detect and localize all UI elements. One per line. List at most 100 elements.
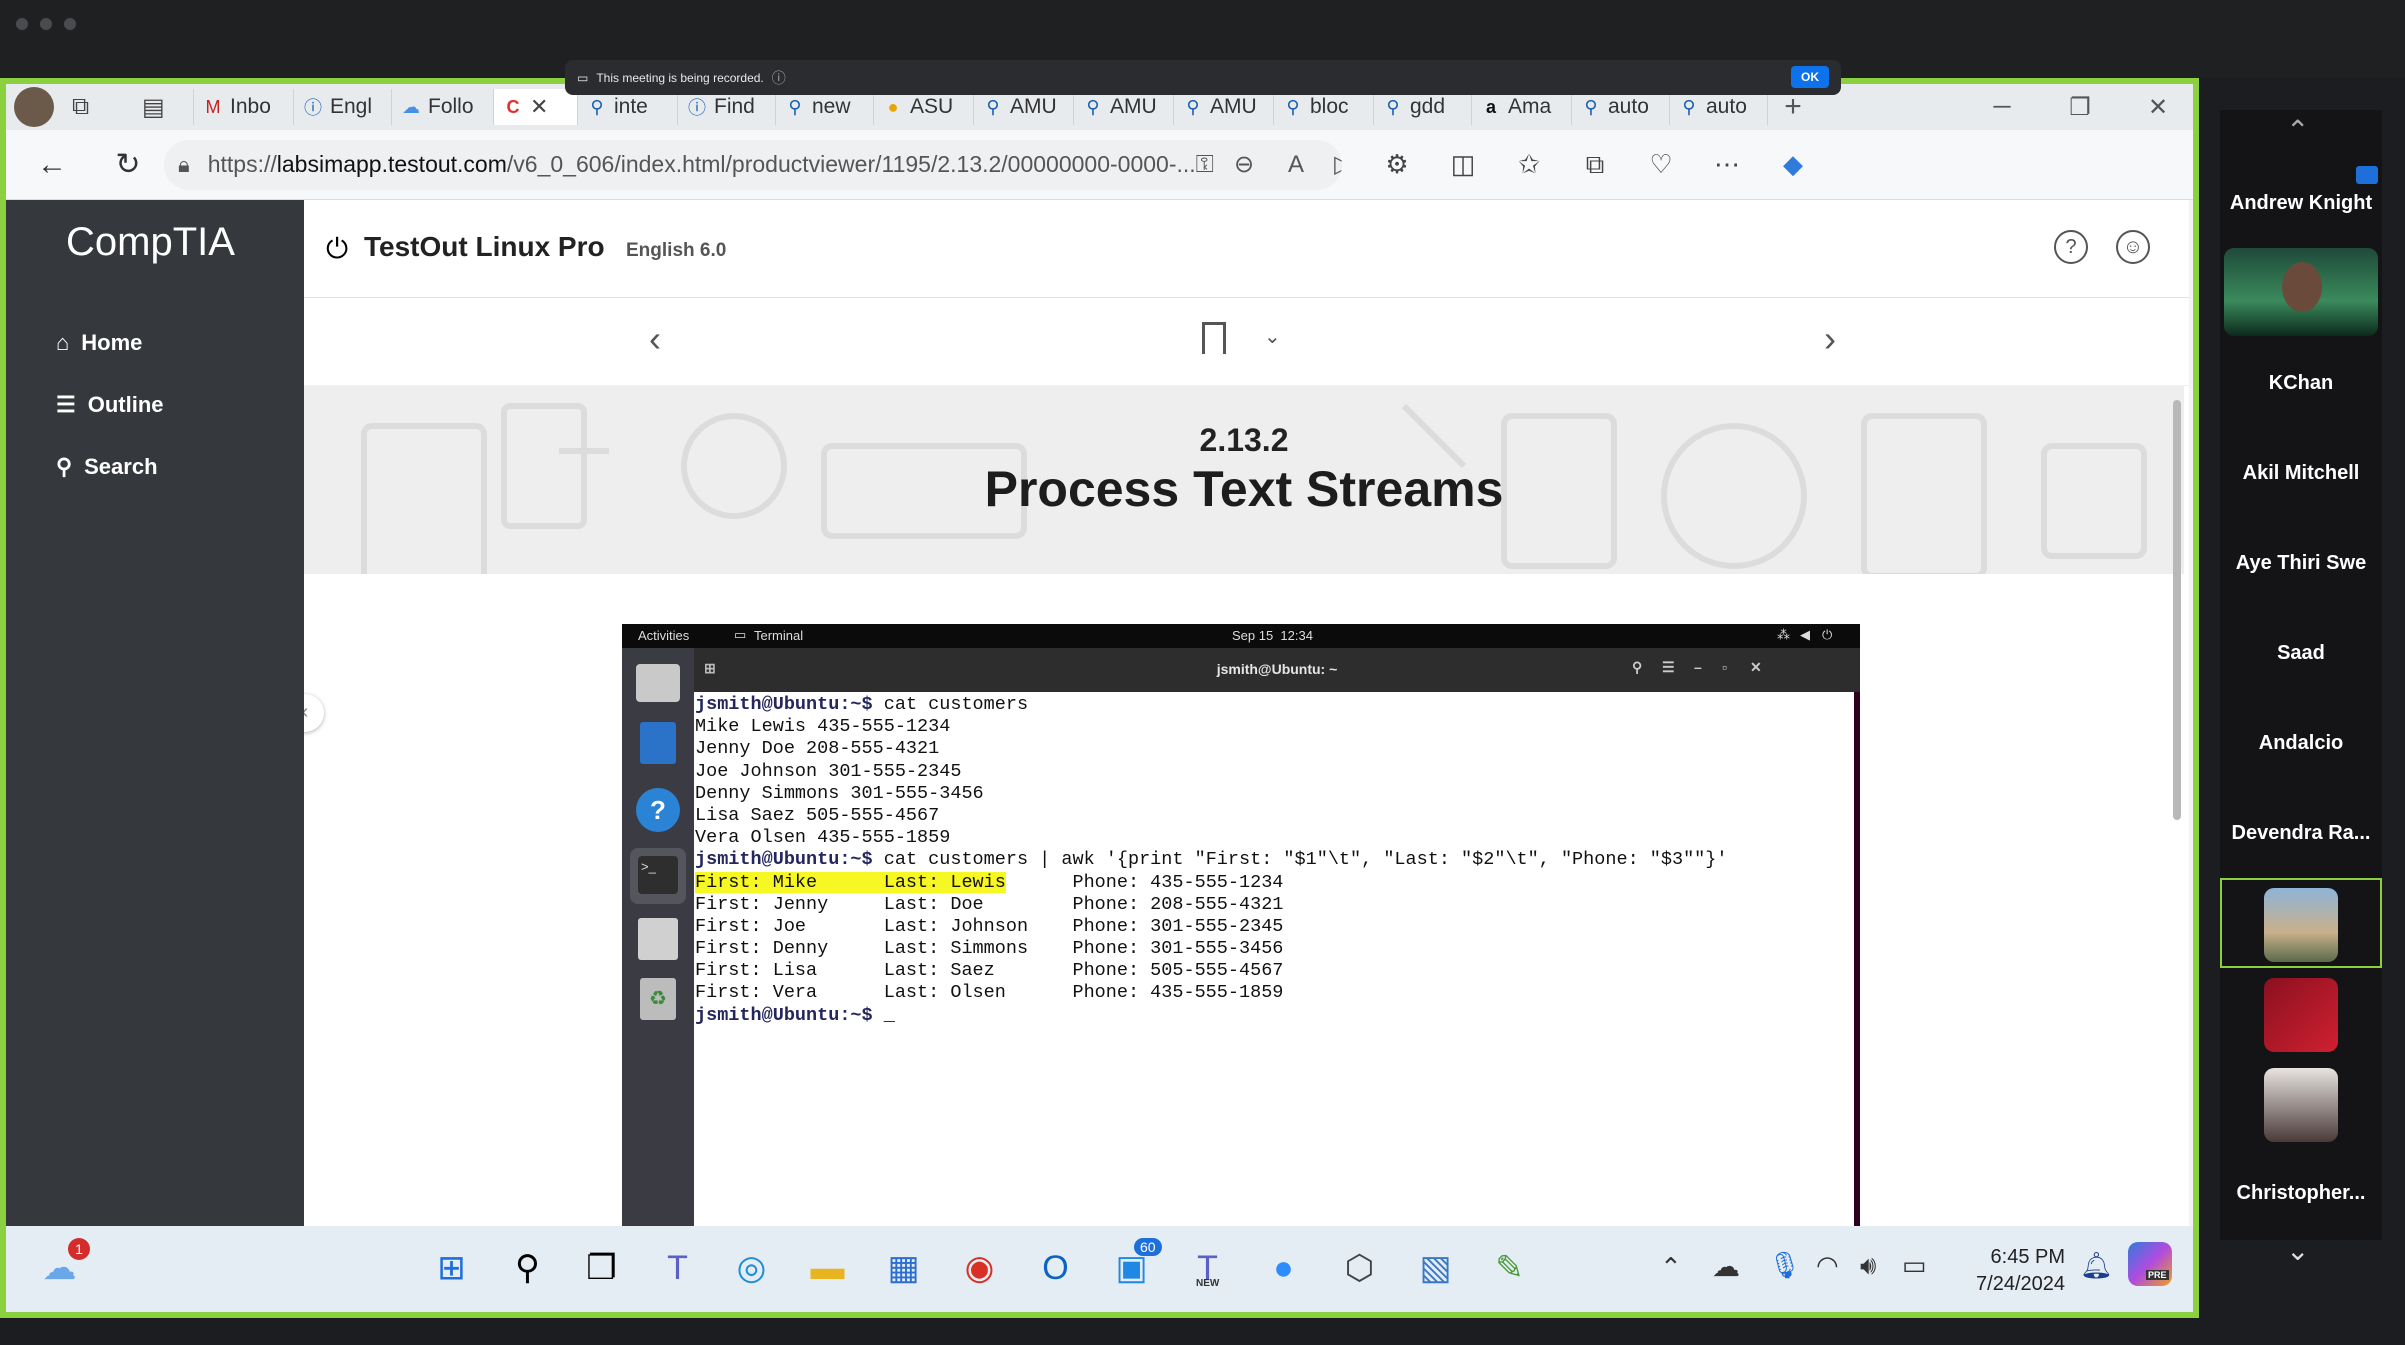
terminal-line: First: Joe Last: Johnson Phone: 301-555-… <box>695 915 1284 937</box>
monitor-icon[interactable]: ▧ <box>1398 1238 1473 1298</box>
back-icon[interactable]: ← <box>24 148 80 182</box>
start-icon[interactable]: ⊞ <box>414 1238 489 1298</box>
terminal-output[interactable]: jsmith@Ubuntu:~$ cat customers Mike Lewis… <box>694 692 1854 1226</box>
tab-label: Find <box>714 95 755 118</box>
tab-follo[interactable]: ☁ Follo <box>392 89 494 125</box>
maximize-icon[interactable]: ▫ <box>1722 659 1727 675</box>
chevron-down-icon[interactable]: ⌄ <box>2286 1234 2309 1267</box>
chevron-up-icon[interactable]: ⌃ <box>1660 1252 1682 1283</box>
microphone-icon[interactable]: 🎙︎ <box>1768 1250 1801 1281</box>
weather-icon[interactable]: ☁ 1 <box>22 1238 97 1298</box>
chrome-icon[interactable]: ◉ <box>942 1238 1017 1298</box>
more-menu-icon[interactable]: ⋯ <box>1694 149 1760 180</box>
content-scrollbar[interactable] <box>2173 400 2181 820</box>
outlook-icon[interactable]: O <box>1018 1238 1093 1298</box>
sidebar-item-search[interactable]: ⚲ Search <box>56 454 158 480</box>
tab-gmail[interactable]: M Inbo <box>194 89 294 125</box>
command: cat customers <box>872 694 1029 715</box>
tab-engl[interactable]: ⓘ Engl <box>294 89 392 125</box>
tab-active[interactable]: C ✕ <box>494 89 578 125</box>
zoom-icon[interactable]: ● <box>1246 1238 1321 1298</box>
minimize-icon[interactable]: ─ <box>1977 93 2027 121</box>
close-icon[interactable]: ✕ <box>1750 659 1762 676</box>
terminal-line: jsmith@Ubuntu:~$ cat customers | awk '{p… <box>695 849 1854 871</box>
search-icon[interactable]: ⚲ <box>490 1238 565 1298</box>
collapse-sidebar-button[interactable]: ‹ <box>304 694 324 732</box>
collections-icon[interactable]: ⧉ <box>1562 149 1628 181</box>
terminal-line: jsmith@Ubuntu:~$ cat customers <box>695 694 1854 716</box>
sidebar-item-outline[interactable]: ☰ Outline <box>56 392 164 418</box>
window-close-dot[interactable] <box>16 18 28 30</box>
window-minimize-dot[interactable] <box>40 18 52 30</box>
gnome-top-bar: Activities ▭ Terminal Sep 15 12:34 ⁂ ◀ ⏻ <box>622 624 1860 648</box>
files-icon <box>636 664 680 702</box>
paint-icon[interactable]: ✎ <box>1472 1238 1547 1298</box>
account-icon[interactable]: ☺ <box>2116 230 2150 264</box>
search-icon: ⚲ <box>1186 96 1200 117</box>
media-icon[interactable]: ▷ <box>1334 150 1342 179</box>
teams-icon[interactable]: T <box>640 1238 715 1298</box>
chevron-down-icon[interactable]: ⌄ <box>1264 324 1281 349</box>
terminal-dock-icon: >_ <box>630 848 686 904</box>
copilot-icon[interactable]: ◆ <box>1760 149 1826 180</box>
course-sidebar: CompTIA ⌂ Home ☰ Outline ⚲ Search <box>6 200 304 1226</box>
store-icon[interactable]: ▦ <box>866 1238 941 1298</box>
notification-bell-icon[interactable]: 🔔︎ <box>2080 1250 2113 1281</box>
teams-new-icon[interactable]: T NEW <box>1170 1238 1245 1298</box>
pre-label: PRE <box>2146 1270 2169 1280</box>
window-zoom-dot[interactable] <box>64 18 76 30</box>
address-bar[interactable]: 🔒︎ https://labsimapp.testout.com/v6_0_60… <box>164 139 1342 190</box>
copilot-icon[interactable]: PRE <box>2128 1242 2172 1286</box>
chat-icon[interactable]: ▣ 60 <box>1094 1238 1169 1298</box>
participant-avatar[interactable] <box>2264 978 2338 1052</box>
close-window-icon[interactable]: ✕ <box>2133 93 2183 122</box>
favorites-icon[interactable]: ✩ <box>1496 149 1562 180</box>
active-speaker-card[interactable] <box>2220 878 2382 968</box>
tab-actions-icon[interactable]: ▤ <box>134 89 194 125</box>
virtualbox-icon[interactable]: ⬡ <box>1322 1238 1397 1298</box>
battery-icon[interactable]: ▭ <box>1902 1250 1927 1281</box>
next-icon[interactable]: › <box>1824 318 1836 360</box>
task-view-icon[interactable]: ❐ <box>564 1238 639 1298</box>
info-icon[interactable]: ⓘ <box>772 68 786 88</box>
file-explorer-icon[interactable]: ▬ <box>790 1238 865 1298</box>
minimize-icon[interactable]: – <box>1694 659 1702 675</box>
menu-icon[interactable]: ☰ <box>1662 659 1675 676</box>
tab-label: bloc <box>1310 95 1349 118</box>
previous-icon[interactable]: ‹ <box>649 318 661 360</box>
close-tab-icon[interactable]: ✕ <box>530 94 548 120</box>
prompt: jsmith@Ubuntu:~$ <box>695 1004 873 1026</box>
new-tab-icon[interactable]: + <box>1768 90 1818 124</box>
participant-name: Andalcio <box>2258 732 2344 754</box>
profile-avatar[interactable] <box>14 87 54 127</box>
split-screen-icon[interactable]: ◫ <box>1430 149 1496 180</box>
extensions-icon[interactable]: ⚙ <box>1364 149 1430 180</box>
course-language[interactable]: English 6.0 <box>626 240 726 262</box>
search-icon[interactable]: ⚲ <box>1632 659 1642 676</box>
volume-icon[interactable]: 🔊︎ <box>1860 1250 1876 1282</box>
sidebar-item-home[interactable]: ⌂ Home <box>56 330 142 356</box>
read-aloud-icon[interactable]: A <box>1288 151 1304 179</box>
bookmark-icon[interactable] <box>1202 322 1226 354</box>
restore-icon[interactable]: ❐ <box>2055 93 2105 122</box>
document-icon <box>640 722 676 764</box>
help-icon[interactable]: ? <box>2054 230 2088 264</box>
chevron-up-icon[interactable]: ⌃ <box>2286 114 2309 147</box>
terminal-text: Phone: 435-555-1234 <box>1005 871 1284 893</box>
workspaces-icon[interactable]: ⧉ <box>64 89 134 125</box>
browser-essentials-icon[interactable]: ♡ <box>1628 149 1694 180</box>
key-icon[interactable]: ⚿ <box>1196 151 1214 179</box>
refresh-icon[interactable]: ↻ <box>100 147 156 182</box>
edge-icon[interactable]: ◎ <box>714 1238 789 1298</box>
participant-avatar[interactable] <box>2224 248 2378 336</box>
recording-ok-button[interactable]: OK <box>1791 66 1829 88</box>
participant-avatar[interactable] <box>2264 1068 2338 1142</box>
teams-badge: 60 <box>1134 1238 1162 1256</box>
onedrive-icon[interactable]: ☁ <box>1712 1250 1740 1283</box>
lesson-content: ⏻ TestOut Linux Pro English 6.0 ? ☺ ‹ ⌄ … <box>304 200 2189 1226</box>
wifi-icon[interactable]: ◠ <box>1816 1250 1839 1281</box>
highlighted-text: First: Mike Last: Lewis <box>695 871 1006 893</box>
tray-clock[interactable]: 6:45 PM 7/24/2024 <box>1969 1244 2065 1298</box>
participant-name: Saad <box>2277 642 2325 664</box>
zoom-out-icon[interactable]: ⊖ <box>1234 150 1254 179</box>
